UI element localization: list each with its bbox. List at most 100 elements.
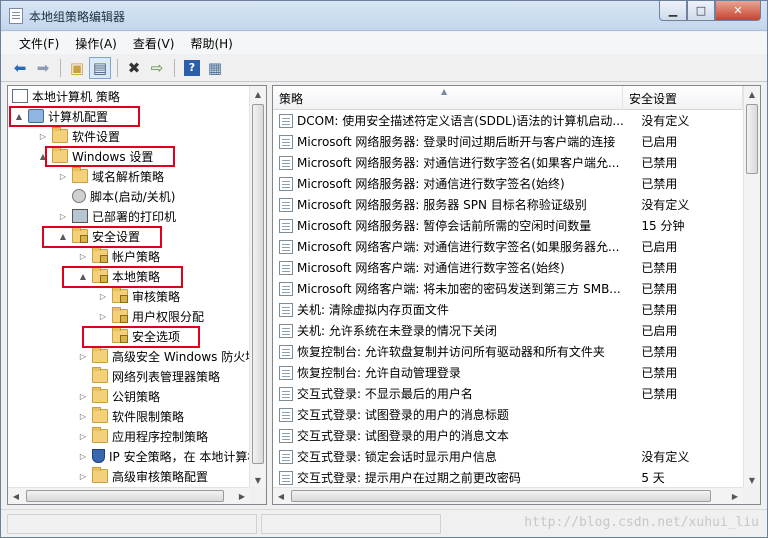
- list-item[interactable]: Microsoft 网络服务器: 对通信进行数字签名(如果客户端允... 已禁用: [273, 152, 743, 173]
- menu-action[interactable]: 操作(A): [67, 35, 125, 52]
- expand-arrow-icon[interactable]: ▷: [78, 391, 88, 401]
- policy-name: Microsoft 网络服务器: 对通信进行数字签名(如果客户端允...: [297, 156, 620, 170]
- tree-horizontal-scrollbar[interactable]: ◀ ▶: [8, 487, 250, 504]
- tree-item-scripts[interactable]: 脚本(启动/关机): [58, 186, 175, 206]
- list-horizontal-scrollbar[interactable]: ◀ ▶: [273, 487, 743, 504]
- scroll-thumb[interactable]: [746, 104, 758, 174]
- tree-item-network-list-manager[interactable]: 网络列表管理器策略: [78, 366, 220, 386]
- tree-item-security-options[interactable]: 安全选项: [98, 326, 180, 346]
- maximize-button[interactable]: □: [687, 1, 715, 21]
- list-item[interactable]: Microsoft 网络服务器: 登录时间过期后断开与客户端的连接 已启用: [273, 131, 743, 152]
- list-item[interactable]: 恢复控制台: 允许自动管理登录 已禁用: [273, 362, 743, 383]
- policy-setting: 已禁用: [641, 303, 678, 317]
- tree-item-label: 安全选项: [132, 329, 181, 344]
- expand-arrow-icon[interactable]: ▷: [98, 311, 108, 321]
- close-button[interactable]: ✕: [715, 1, 761, 21]
- list-item[interactable]: Microsoft 网络客户端: 对通信进行数字签名(始终) 已禁用: [273, 257, 743, 278]
- list-item[interactable]: DCOM: 使用安全描述符定义语言(SDDL)语法的计算机启动... 没有定义: [273, 110, 743, 131]
- menu-view[interactable]: 查看(V): [125, 35, 183, 52]
- tree-item-advanced-audit[interactable]: ▷ 高级审核策略配置: [78, 466, 208, 486]
- list-item[interactable]: 关机: 清除虚拟内存页面文件 已禁用: [273, 299, 743, 320]
- tree-item-app-control[interactable]: ▷ 应用程序控制策略: [78, 426, 208, 446]
- tree-item-ip-security[interactable]: ▷ IP 安全策略，在 本地计算机: [78, 446, 250, 466]
- expand-arrow-icon[interactable]: ▷: [98, 291, 108, 301]
- tree-item-audit-policy[interactable]: ▷ 审核策略: [98, 286, 180, 306]
- expand-arrow-icon[interactable]: ▷: [78, 451, 88, 461]
- tree-item-software-settings[interactable]: ▷ 软件设置: [38, 126, 120, 146]
- expand-arrow-icon[interactable]: ▷: [78, 471, 88, 481]
- export-icon[interactable]: ⇨: [146, 57, 168, 79]
- expand-arrow-icon[interactable]: ▷: [78, 351, 88, 361]
- scroll-right-icon[interactable]: ▶: [234, 488, 250, 504]
- list-item[interactable]: Microsoft 网络服务器: 对通信进行数字签名(始终) 已禁用: [273, 173, 743, 194]
- tree-item-name-resolution-policy[interactable]: ▷ 域名解析策略: [58, 166, 164, 186]
- security-folder-icon: [92, 247, 108, 263]
- expand-arrow-icon[interactable]: ▷: [78, 431, 88, 441]
- tree-item-label: IP 安全策略，在 本地计算机: [109, 449, 250, 464]
- tree-item-label: 高级审核策略配置: [112, 469, 209, 484]
- tree-item-user-rights[interactable]: ▷ 用户权限分配: [98, 306, 204, 326]
- back-icon[interactable]: ⬅: [9, 57, 31, 79]
- tree-item-windows-settings[interactable]: ▲ Windows 设置: [38, 146, 153, 166]
- scroll-down-icon[interactable]: ▼: [250, 472, 266, 488]
- expand-arrow-icon[interactable]: ▲: [78, 271, 88, 281]
- tree-vertical-scrollbar[interactable]: ▲ ▼: [249, 86, 266, 488]
- title-bar[interactable]: 本地组策略编辑器 ▁ □ ✕: [1, 1, 767, 31]
- expand-arrow-icon[interactable]: ▲: [14, 111, 24, 121]
- expand-arrow-icon[interactable]: ▷: [78, 411, 88, 421]
- expand-arrow-icon[interactable]: ▷: [58, 211, 68, 221]
- minimize-button[interactable]: ▁: [659, 1, 687, 21]
- tree-item-local-policies[interactable]: ▲ 本地策略: [78, 266, 160, 286]
- expand-arrow-icon[interactable]: ▷: [58, 171, 68, 181]
- list-item[interactable]: 交互式登录: 试图登录的用户的消息文本: [273, 425, 743, 446]
- tree-item-label: 网络列表管理器策略: [112, 369, 221, 384]
- policy-icon: [12, 89, 28, 103]
- scroll-down-icon[interactable]: ▼: [744, 472, 760, 488]
- scroll-thumb[interactable]: [291, 490, 711, 502]
- scroll-thumb[interactable]: [26, 490, 224, 502]
- list-item[interactable]: 交互式登录: 提示用户在过期之前更改密码 5 天: [273, 467, 743, 488]
- delete-icon[interactable]: ✖: [123, 57, 145, 79]
- column-header-policy[interactable]: 策略 ▲: [273, 86, 623, 110]
- expand-arrow-icon[interactable]: ▲: [58, 231, 68, 241]
- tree-item-public-key-policies[interactable]: ▷ 公钥策略: [78, 386, 160, 406]
- scroll-right-icon[interactable]: ▶: [727, 488, 743, 504]
- column-header-security-setting[interactable]: 安全设置: [623, 86, 743, 110]
- menu-help[interactable]: 帮助(H): [182, 35, 240, 52]
- help-icon[interactable]: ?: [184, 59, 200, 76]
- policy-setting: 没有定义: [641, 114, 690, 128]
- tree-item-label: 本地策略: [112, 269, 161, 284]
- scroll-left-icon[interactable]: ◀: [8, 488, 24, 504]
- tree-item-computer-config[interactable]: ▲ 计算机配置: [14, 106, 108, 126]
- scroll-thumb[interactable]: [252, 104, 264, 464]
- expand-arrow-icon[interactable]: ▲: [38, 151, 48, 161]
- properties-icon[interactable]: ▦: [204, 57, 226, 79]
- expand-arrow-icon[interactable]: ▷: [78, 251, 88, 261]
- up-folder-icon[interactable]: ▣: [66, 57, 88, 79]
- list-item[interactable]: 关机: 允许系统在未登录的情况下关闭 已启用: [273, 320, 743, 341]
- tree-item-advanced-firewall[interactable]: ▷ 高级安全 Windows 防火墙: [78, 346, 250, 366]
- tree-item-local-computer-policy[interactable]: 本地计算机 策略: [12, 86, 120, 106]
- folder-icon: [92, 387, 108, 403]
- scroll-up-icon[interactable]: ▲: [744, 86, 760, 102]
- menu-file[interactable]: 文件(F): [11, 35, 67, 52]
- list-vertical-scrollbar[interactable]: ▲ ▼: [743, 86, 760, 488]
- expand-arrow-icon[interactable]: ▷: [38, 131, 48, 141]
- tree-item-security-settings[interactable]: ▲ 安全设置: [58, 226, 140, 246]
- list-item[interactable]: 恢复控制台: 允许软盘复制并访问所有驱动器和所有文件夹 已禁用: [273, 341, 743, 362]
- list-item[interactable]: 交互式登录: 锁定会话时显示用户信息 没有定义: [273, 446, 743, 467]
- policy-item-icon: [279, 197, 293, 212]
- list-item[interactable]: Microsoft 网络客户端: 对通信进行数字签名(如果服务器允... 已启用: [273, 236, 743, 257]
- list-item[interactable]: 交互式登录: 试图登录的用户的消息标题: [273, 404, 743, 425]
- show-hide-tree-icon[interactable]: ▤: [89, 56, 111, 79]
- tree-item-deployed-printers[interactable]: ▷ 已部署的打印机: [58, 206, 176, 226]
- scroll-up-icon[interactable]: ▲: [250, 86, 266, 102]
- scroll-left-icon[interactable]: ◀: [273, 488, 289, 504]
- forward-icon[interactable]: ➡: [32, 57, 54, 79]
- tree-item-account-policies[interactable]: ▷ 帐户策略: [78, 246, 160, 266]
- list-item[interactable]: Microsoft 网络服务器: 暂停会话前所需的空闲时间数量 15 分钟: [273, 215, 743, 236]
- tree-item-software-restriction[interactable]: ▷ 软件限制策略: [78, 406, 184, 426]
- list-item[interactable]: 交互式登录: 不显示最后的用户名 已禁用: [273, 383, 743, 404]
- list-item[interactable]: Microsoft 网络客户端: 将未加密的密码发送到第三方 SMB... 已禁用: [273, 278, 743, 299]
- list-item[interactable]: Microsoft 网络服务器: 服务器 SPN 目标名称验证级别 没有定义: [273, 194, 743, 215]
